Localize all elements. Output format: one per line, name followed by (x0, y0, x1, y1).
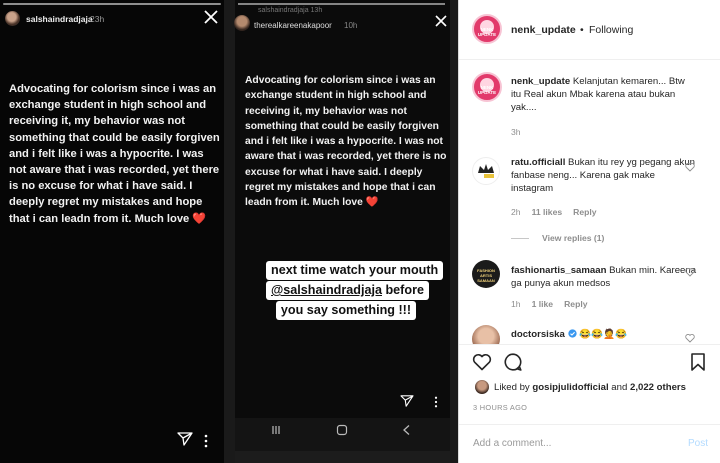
caption-time: 3h (511, 127, 521, 137)
story-time: 23h (90, 14, 105, 24)
mention-tag[interactable]: @salshaindradjaja (271, 283, 382, 297)
view-replies-button[interactable]: View replies (1) (542, 233, 604, 243)
add-comment-input[interactable]: Add a comment... (473, 438, 551, 449)
avatar[interactable] (472, 325, 500, 344)
heart-icon[interactable] (685, 162, 695, 172)
liked-by-user[interactable]: gosipjulidofficial (532, 382, 608, 393)
story-username[interactable]: salshaindradjaja (26, 14, 93, 24)
reply-button[interactable]: Reply (573, 207, 596, 217)
back-icon[interactable] (401, 424, 413, 436)
story-username[interactable]: therealkareenakapoor (254, 21, 332, 30)
comment-meta: 1h 1 like Reply (511, 299, 588, 309)
avatar[interactable] (475, 380, 489, 394)
story-message: Advocating for colorism since i was an e… (9, 83, 220, 225)
heart-icon[interactable] (685, 267, 695, 277)
crown-icon (478, 164, 494, 178)
add-comment-bar: Add a comment... Post (459, 424, 720, 463)
avatar[interactable]: FASHION ARTIS SAMAAN (472, 260, 500, 288)
likes-others[interactable]: 2,022 others (630, 382, 686, 393)
avatar[interactable] (234, 15, 250, 31)
comments-list[interactable]: NENK UPDATE nenk_update Kelanjutan kemar… (459, 61, 720, 344)
close-icon[interactable] (434, 14, 448, 28)
comment-meta: 2h 11 likes Reply (511, 207, 597, 217)
following-button[interactable]: Following (589, 24, 633, 36)
comment-text: fashionartis_samaan Bukan min. Kareena g… (511, 265, 697, 289)
story-progress-bar (238, 3, 445, 5)
post-panel: NENK UPDATE nenk_update • Following NENK… (458, 0, 720, 463)
post-time[interactable]: 3 HOURS AGO (473, 403, 527, 412)
likes-count[interactable]: 1 like (532, 299, 554, 309)
avatar[interactable]: NENK UPDATE (472, 14, 502, 44)
send-icon[interactable] (177, 432, 193, 446)
story-progress-bar (3, 3, 221, 5)
post-button[interactable]: Post (688, 438, 708, 449)
more-icon[interactable] (434, 396, 438, 408)
like-heart-icon[interactable] (472, 352, 492, 372)
comment-text: doctorsiska 😂😂🤦😂 (511, 329, 627, 340)
caption-text: nenk_update Kelanjutan kemaren... Btw it… (511, 76, 685, 113)
post-header: NENK UPDATE nenk_update • Following (459, 0, 720, 60)
sticker-line: next time watch your mouth (266, 261, 444, 280)
avatar[interactable] (472, 157, 500, 185)
replies-divider (511, 238, 529, 239)
close-icon[interactable] (203, 9, 219, 25)
avatar[interactable] (5, 11, 20, 26)
story-time: 10h (344, 21, 358, 30)
home-icon[interactable] (336, 424, 348, 436)
separator-dot: • (580, 24, 584, 36)
sticker-line: you say something !!! (275, 301, 417, 320)
bookmark-icon[interactable] (688, 352, 708, 372)
likes-count[interactable]: 11 likes (532, 207, 563, 217)
recent-apps-icon[interactable] (271, 424, 283, 436)
previous-story-header: salshaindradjaja 13h (258, 7, 323, 14)
story-message: Advocating for colorism since i was an e… (245, 75, 447, 209)
comment-icon[interactable] (503, 352, 523, 372)
liked-by-text: Liked by gosipjulidofficial and 2,022 ot… (494, 382, 686, 393)
phone-bottom-bar (235, 451, 450, 463)
heart-icon[interactable] (685, 333, 695, 343)
post-actions: Liked by gosipjulidofficial and 2,022 ot… (459, 344, 720, 424)
text-sticker: next time watch your mouth @salshaindrad… (266, 261, 444, 321)
sticker-line: @salshaindradjaja before (266, 281, 429, 300)
reply-button[interactable]: Reply (564, 299, 587, 309)
post-username[interactable]: nenk_update (511, 24, 576, 36)
send-icon[interactable] (400, 395, 414, 407)
verified-badge-icon (567, 329, 577, 338)
more-icon[interactable] (204, 434, 208, 448)
avatar[interactable]: NENK UPDATE (472, 72, 502, 102)
comment-text: ratu.officiall Bukan itu rey yg pegang a… (511, 157, 695, 194)
story-panel-2: salshaindradjaja 13h therealkareenakapoo… (224, 0, 458, 463)
story-panel-1: salshaindradjaja 23h Advocating for colo… (0, 0, 224, 463)
phone-screenshot (235, 0, 450, 463)
